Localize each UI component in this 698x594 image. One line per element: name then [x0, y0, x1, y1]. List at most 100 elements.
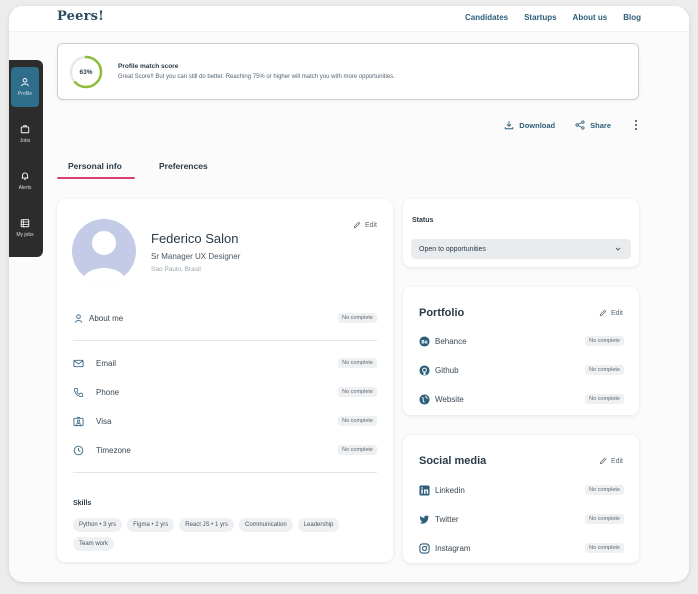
skills-list: Python • 3 yrs Figma • 2 yrs React JS • …: [73, 518, 373, 551]
linkedin-row[interactable]: Linkedin No complete: [419, 483, 624, 497]
about-me-label: About me: [89, 313, 124, 323]
score-value: 63%: [79, 68, 93, 76]
twitter-label: Twitter: [435, 514, 459, 524]
instagram-label: Instagram: [435, 543, 471, 553]
pencil-icon: [353, 221, 361, 229]
share-button[interactable]: Share: [575, 120, 611, 130]
download-label: Download: [519, 120, 556, 130]
personal-info-card: Federico Salon Sr Manager UX Designer Sa…: [57, 199, 393, 562]
status-badge: No complete: [585, 485, 624, 495]
twitter-icon: [419, 514, 430, 525]
portfolio-title: Portfolio: [419, 307, 465, 319]
status-badge: No complete: [585, 543, 624, 553]
phone-label: Phone: [96, 387, 120, 397]
status-badge: No complete: [585, 336, 624, 346]
chevron-down-icon: [615, 247, 621, 251]
skill-chip: Team work: [73, 537, 115, 551]
edit-portfolio-button[interactable]: Edit: [599, 309, 623, 317]
visa-row[interactable]: Visa No complete: [73, 414, 377, 428]
rail-label: Alerts: [18, 185, 32, 191]
github-label: Github: [435, 365, 459, 375]
skills-title: Skills: [73, 500, 92, 507]
instagram-row[interactable]: Instagram No complete: [419, 541, 624, 555]
left-rail: Profile Jobs Alerts My jobs: [9, 60, 43, 257]
divider: [73, 472, 377, 473]
score-description: Great Score!! But you can still do bette…: [118, 74, 395, 80]
edit-profile-button[interactable]: Edit: [353, 221, 377, 229]
behance-label: Behance: [435, 336, 467, 346]
email-label: Email: [96, 358, 117, 368]
timezone-row[interactable]: Timezone No complete: [73, 443, 377, 457]
social-media-title: Social media: [419, 455, 487, 467]
status-badge: No complete: [585, 365, 624, 375]
edit-label: Edit: [610, 309, 623, 317]
rail-label: Profile: [17, 91, 33, 97]
pencil-icon: [599, 457, 607, 465]
nav-links: Candidates Startups About us Blog: [465, 13, 641, 22]
edit-social-button[interactable]: Edit: [599, 457, 623, 465]
globe-icon: [419, 393, 430, 405]
rail-item-jobs[interactable]: Jobs: [11, 114, 39, 154]
rail-label: My jobs: [16, 232, 34, 238]
email-row[interactable]: Email No complete: [73, 356, 377, 370]
status-badge: No complete: [338, 313, 377, 323]
edit-label: Edit: [364, 221, 377, 229]
behance-icon: Bē: [419, 335, 430, 347]
status-badge: No complete: [338, 445, 377, 455]
score-title: Profile match score: [118, 63, 179, 70]
rail-item-alerts[interactable]: Alerts: [11, 161, 39, 201]
website-row[interactable]: Website No complete: [419, 392, 624, 406]
profile-actions: Download Share: [504, 120, 641, 130]
instagram-icon: [419, 542, 430, 554]
status-badge: No complete: [585, 514, 624, 524]
more-options-icon[interactable]: [631, 120, 641, 130]
avatar-placeholder-icon: [82, 231, 126, 283]
calendar-icon: [20, 219, 30, 228]
rail-item-profile[interactable]: Profile: [11, 67, 39, 107]
nav-startups[interactable]: Startups: [524, 13, 556, 22]
share-label: Share: [590, 120, 611, 130]
rail-item-my-jobs[interactable]: My jobs: [11, 208, 39, 248]
bell-icon: [21, 172, 29, 180]
download-button[interactable]: Download: [504, 120, 555, 130]
status-label: Status: [412, 217, 434, 224]
rail-label: Jobs: [19, 138, 31, 144]
twitter-row[interactable]: Twitter No complete: [419, 512, 624, 526]
status-card: Status Open to opportunities: [403, 199, 639, 267]
skill-chip: Figma • 2 yrs: [127, 518, 175, 532]
logo[interactable]: Peers!: [57, 9, 104, 24]
github-icon: [419, 364, 430, 376]
tab-preferences[interactable]: Preferences: [159, 161, 208, 171]
status-badge: No complete: [338, 416, 377, 426]
tab-personal-info[interactable]: Personal info: [68, 161, 122, 171]
avatar: [72, 219, 136, 283]
nav-candidates[interactable]: Candidates: [465, 13, 508, 22]
skill-chip: Python • 3 yrs: [73, 518, 123, 532]
profile-role: Sr Manager UX Designer: [151, 252, 241, 261]
about-me-row[interactable]: About me No complete: [73, 311, 377, 325]
divider: [73, 340, 377, 341]
profile-score-card: 63% Profile match score Great Score!! Bu…: [57, 43, 639, 100]
top-nav: Peers! Candidates Startups About us Blog: [9, 6, 689, 32]
status-badge: No complete: [338, 387, 377, 397]
profile-location: Sao Paulo, Brasil: [151, 266, 201, 273]
mail-icon: [73, 358, 84, 369]
visa-label: Visa: [96, 416, 112, 426]
status-badge: No complete: [338, 358, 377, 368]
id-card-icon: [73, 416, 84, 427]
profile-name: Federico Salon: [151, 231, 239, 246]
status-select-value: Open to opportunities: [419, 245, 486, 253]
behance-row[interactable]: Bē Behance No complete: [419, 334, 624, 348]
timezone-label: Timezone: [96, 445, 131, 455]
download-icon: [505, 121, 514, 130]
status-badge: No complete: [585, 394, 624, 404]
nav-about-us[interactable]: About us: [573, 13, 608, 22]
social-media-card: Social media Edit Linkedin No complete T…: [403, 435, 639, 563]
person-icon: [73, 313, 84, 324]
svg-text:Bē: Bē: [421, 339, 428, 345]
github-row[interactable]: Github No complete: [419, 363, 624, 377]
phone-row[interactable]: Phone No complete: [73, 385, 377, 399]
status-select[interactable]: Open to opportunities: [411, 239, 631, 259]
linkedin-icon: [419, 484, 430, 496]
nav-blog[interactable]: Blog: [623, 13, 641, 22]
